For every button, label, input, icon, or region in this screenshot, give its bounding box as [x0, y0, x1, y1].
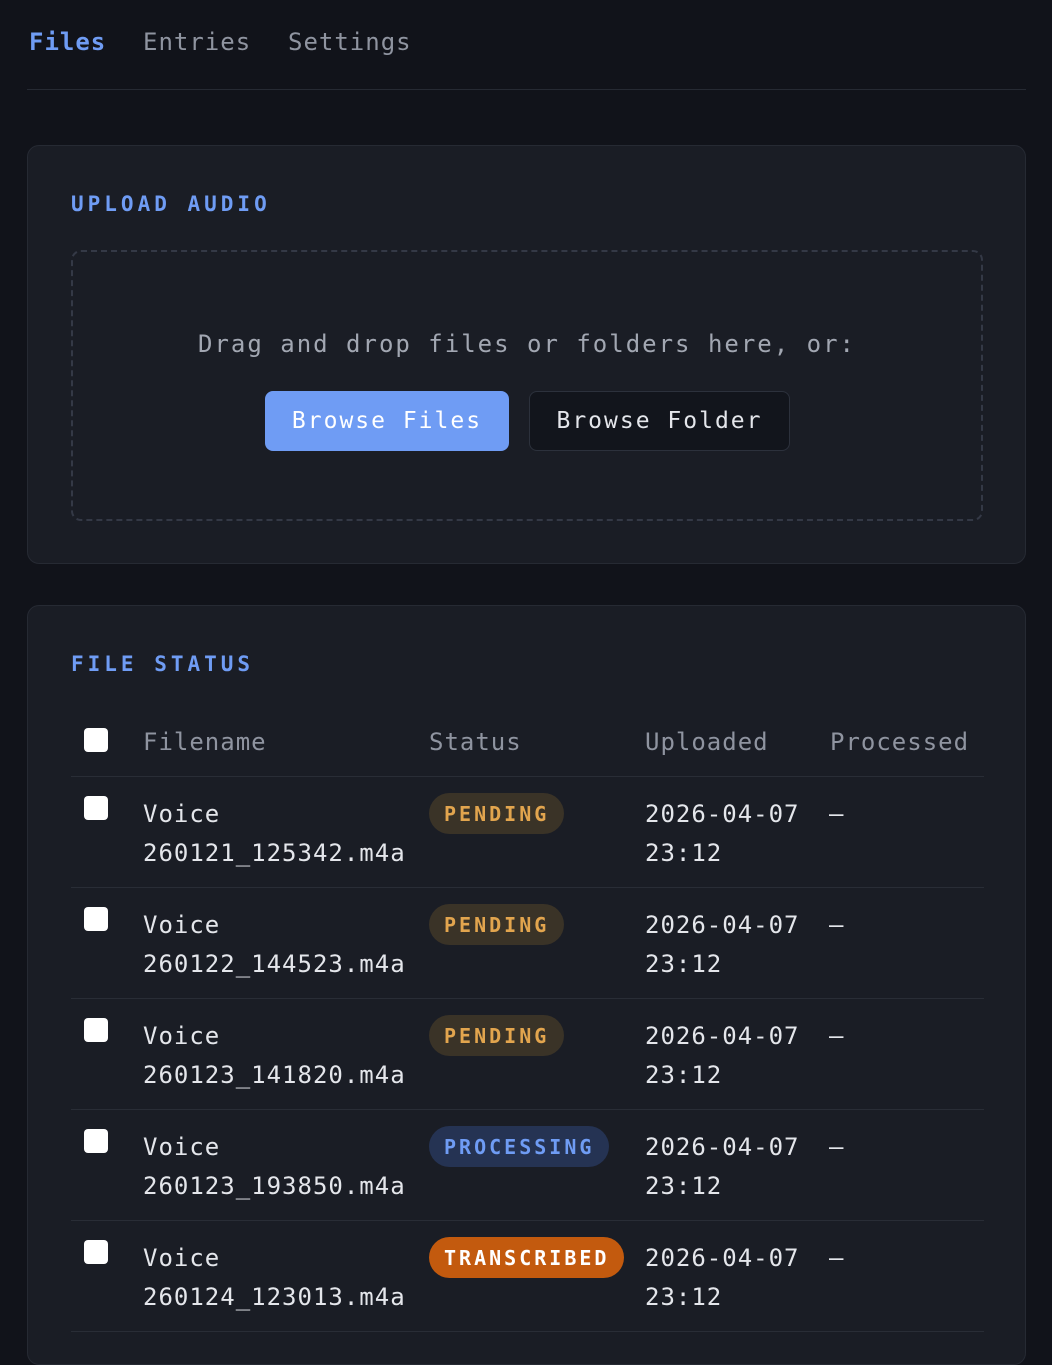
table-row[interactable]: Voice 260124_123013.m4a TRANSCRIBED 2026… [71, 1221, 984, 1332]
top-nav: Files Entries Settings [27, 0, 1026, 90]
processed-cell: — [829, 800, 844, 828]
row-checkbox[interactable] [84, 1018, 108, 1042]
upload-card: UPLOAD AUDIO Drag and drop files or fold… [27, 145, 1026, 564]
browse-files-button[interactable]: Browse Files [265, 391, 509, 451]
processed-cell: — [829, 1133, 844, 1161]
table-row[interactable]: Voice 260121_125342.m4a PENDING 2026-04-… [71, 777, 984, 888]
filename-cell: Voice 260124_123013.m4a [143, 1244, 406, 1311]
uploaded-cell: 2026-04-07 23:12 [645, 1022, 800, 1089]
browse-folder-button[interactable]: Browse Folder [529, 391, 790, 451]
row-checkbox[interactable] [84, 1129, 108, 1153]
column-header-filename: Filename [143, 728, 267, 756]
status-badge: PENDING [429, 1015, 565, 1056]
uploaded-cell: 2026-04-07 23:12 [645, 1133, 800, 1200]
file-status-title: FILE STATUS [71, 652, 255, 676]
row-checkbox[interactable] [84, 1240, 108, 1264]
processed-cell: — [829, 1244, 844, 1272]
status-badge: PENDING [429, 793, 565, 834]
select-all-checkbox[interactable] [84, 728, 108, 752]
status-badge: PENDING [429, 904, 565, 945]
processed-cell: — [829, 1022, 844, 1050]
row-checkbox[interactable] [84, 796, 108, 820]
dropzone[interactable]: Drag and drop files or folders here, or:… [71, 250, 983, 521]
uploaded-cell: 2026-04-07 23:12 [645, 911, 800, 978]
table-row[interactable]: Voice 260123_193850.m4a PROCESSING 2026-… [71, 1110, 984, 1221]
uploaded-cell: 2026-04-07 23:12 [645, 1244, 800, 1311]
tab-files[interactable]: Files [29, 28, 106, 56]
file-status-card: FILE STATUS Filename Status Uploaded Pro… [27, 605, 1026, 1365]
filename-cell: Voice 260122_144523.m4a [143, 911, 406, 978]
status-badge: PROCESSING [429, 1126, 610, 1167]
column-header-uploaded: Uploaded [645, 728, 769, 756]
uploaded-cell: 2026-04-07 23:12 [645, 800, 800, 867]
filename-cell: Voice 260123_193850.m4a [143, 1133, 406, 1200]
row-checkbox[interactable] [84, 907, 108, 931]
table-row[interactable]: Voice 260123_141820.m4a PENDING 2026-04-… [71, 999, 984, 1110]
status-badge: TRANSCRIBED [429, 1237, 625, 1278]
drop-instructions: Drag and drop files or folders here, or: [198, 330, 856, 358]
upload-title: UPLOAD AUDIO [71, 192, 271, 216]
filename-cell: Voice 260121_125342.m4a [143, 800, 406, 867]
table-row[interactable]: Voice 260122_144523.m4a PENDING 2026-04-… [71, 888, 984, 999]
processed-cell: — [829, 911, 844, 939]
column-header-processed: Processed [830, 728, 970, 756]
file-table: Filename Status Uploaded Processed Voice… [71, 706, 984, 1332]
column-header-status: Status [429, 728, 522, 756]
table-header: Filename Status Uploaded Processed [71, 706, 984, 777]
tab-entries[interactable]: Entries [143, 28, 251, 56]
tab-settings[interactable]: Settings [288, 28, 412, 56]
filename-cell: Voice 260123_141820.m4a [143, 1022, 406, 1089]
